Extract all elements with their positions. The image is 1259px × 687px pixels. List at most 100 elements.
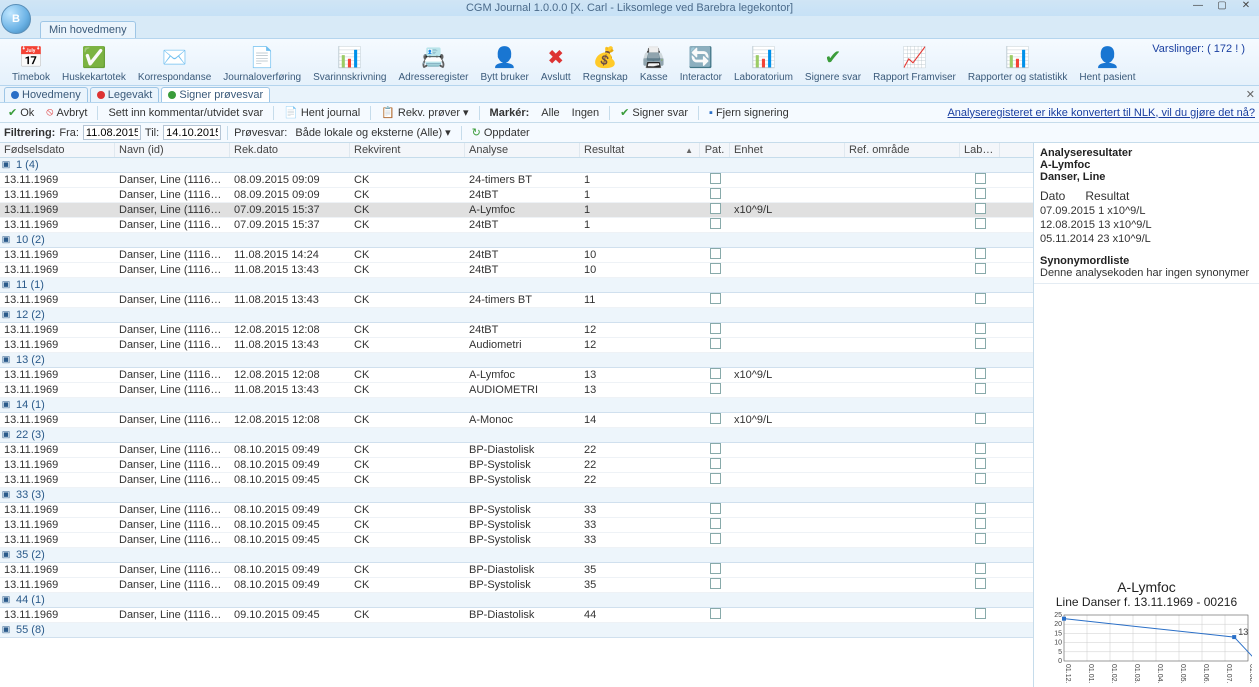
group-header[interactable]: ▣44 (1) (0, 593, 1033, 608)
table-row[interactable]: 13.11.1969Danser, Line (111623)08.10.201… (0, 578, 1033, 593)
ribbon-signeresvar[interactable]: ✔Signere svar (799, 41, 867, 85)
rekv-prover-button[interactable]: 📋Rekv. prøver ▾ (377, 106, 472, 119)
col-labfetch[interactable]: LabFetch (960, 143, 1000, 157)
collapse-icon[interactable]: ▣ (0, 158, 12, 172)
group-header[interactable]: ▣10 (2) (0, 233, 1033, 248)
ribbon-hentpasient[interactable]: 👤Hent pasient (1073, 41, 1141, 85)
col-rekvirent[interactable]: Rekvirent (350, 143, 465, 157)
group-header[interactable]: ▣1 (4) (0, 158, 1033, 173)
ribbon-svarinnskrivning[interactable]: 📊Svarinnskrivning (307, 41, 392, 85)
ribbon-huskekartotek[interactable]: ✅Huskekartotek (56, 41, 132, 85)
hent-journal-button[interactable]: 📄Hent journal (280, 106, 364, 119)
table-row[interactable]: 13.11.1969Danser, Line (111623)12.08.201… (0, 413, 1033, 428)
app-orb[interactable]: B (1, 4, 31, 34)
group-header[interactable]: ▣13 (2) (0, 353, 1033, 368)
ribbon-adresseregister[interactable]: 📇Adresseregister (392, 41, 474, 85)
table-row[interactable]: 13.11.1969Danser, Line (111623)12.08.201… (0, 368, 1033, 383)
tab-hovedmeny[interactable]: Hovedmeny (4, 87, 88, 102)
pat-checkbox (710, 383, 721, 394)
collapse-icon[interactable]: ▣ (0, 488, 12, 502)
varslinger-link[interactable]: Varslinger: ( 172 ! ) (1144, 41, 1253, 57)
col-pat[interactable]: Pat. (700, 143, 730, 157)
window-maximize[interactable]: ▢ (1211, 0, 1233, 14)
ribbon-byttbruker[interactable]: 👤Bytt bruker (475, 41, 535, 85)
side-panel: Analyseresultater A-Lymfoc Danser, Line … (1034, 143, 1259, 687)
group-header[interactable]: ▣55 (8) (0, 623, 1033, 638)
group-header[interactable]: ▣12 (2) (0, 308, 1033, 323)
col-navn[interactable]: Navn (id) (115, 143, 230, 157)
collapse-icon[interactable]: ▣ (0, 548, 12, 562)
collapse-icon[interactable]: ▣ (0, 353, 12, 367)
col-analyse[interactable]: Analyse (465, 143, 580, 157)
collapse-icon[interactable]: ▣ (0, 593, 12, 607)
pat-checkbox (710, 368, 721, 379)
marker-alle[interactable]: Alle (537, 107, 563, 119)
table-row[interactable]: 13.11.1969Danser, Line (111623)08.09.201… (0, 188, 1033, 203)
tab-signerprovesvar[interactable]: Signer prøvesvar (161, 87, 270, 102)
fra-input[interactable] (83, 125, 141, 140)
results-grid[interactable]: Fødselsdato Navn (id) Rek.dato Rekvirent… (0, 143, 1034, 687)
ok-button[interactable]: ✔Ok (4, 106, 38, 119)
ribbon-timebok[interactable]: 📅Timebok (6, 41, 56, 85)
group-header[interactable]: ▣33 (3) (0, 488, 1033, 503)
ribbon-avslutt[interactable]: ✖Avslutt (535, 41, 577, 85)
table-row[interactable]: 13.11.1969Danser, Line (111623)11.08.201… (0, 383, 1033, 398)
col-resultat[interactable]: Resultat▲ (580, 143, 700, 157)
table-row[interactable]: 13.11.1969Danser, Line (111623)08.10.201… (0, 458, 1033, 473)
ribbon-rapportframviser[interactable]: 📈Rapport Framviser (867, 41, 962, 85)
ribbon-korrespondanse[interactable]: ✉️Korrespondanse (132, 41, 217, 85)
group-header[interactable]: ▣22 (3) (0, 428, 1033, 443)
collapse-icon[interactable]: ▣ (0, 233, 12, 247)
collapse-icon[interactable]: ▣ (0, 623, 12, 637)
window-minimize[interactable]: — (1187, 0, 1209, 14)
table-row[interactable]: 13.11.1969Danser, Line (111623)11.08.201… (0, 263, 1033, 278)
table-row[interactable]: 13.11.1969Danser, Line (111623)07.09.201… (0, 203, 1033, 218)
col-fodselsdato[interactable]: Fødselsdato (0, 143, 115, 157)
oppdater-button[interactable]: ↻Oppdater (468, 126, 534, 139)
table-row[interactable]: 13.11.1969Danser, Line (111623)11.08.201… (0, 293, 1033, 308)
table-row[interactable]: 13.11.1969Danser, Line (111623)08.10.201… (0, 533, 1033, 548)
window-close[interactable]: ✕ (1235, 0, 1257, 14)
module-tab-close[interactable]: ✕ (1246, 88, 1255, 101)
table-row[interactable]: 13.11.1969Danser, Line (111623)08.10.201… (0, 503, 1033, 518)
kommentar-button[interactable]: Sett inn kommentar/utvidet svar (104, 107, 267, 119)
table-row[interactable]: 13.11.1969Danser, Line (111623)08.10.201… (0, 443, 1033, 458)
ribbon-interactor[interactable]: 🔄Interactor (674, 41, 728, 85)
table-row[interactable]: 13.11.1969Danser, Line (111623)08.09.201… (0, 173, 1033, 188)
table-row[interactable]: 13.11.1969Danser, Line (111623)07.09.201… (0, 218, 1033, 233)
collapse-icon[interactable]: ▣ (0, 278, 12, 292)
provesvar-dropdown[interactable]: Både lokale og eksterne (Alle) ▾ (291, 126, 454, 139)
labfetch-checkbox (975, 503, 986, 514)
fjern-signering-button[interactable]: ▪Fjern signering (705, 107, 793, 119)
pat-checkbox (710, 188, 721, 199)
ribbon-regnskap[interactable]: 💰Regnskap (577, 41, 634, 85)
group-header[interactable]: ▣14 (1) (0, 398, 1033, 413)
col-ref[interactable]: Ref. område (845, 143, 960, 157)
signer-svar-button[interactable]: ✔Signer svar (616, 106, 692, 119)
table-row[interactable]: 13.11.1969Danser, Line (111623)11.08.201… (0, 338, 1033, 353)
tab-min-hovedmeny[interactable]: Min hovedmeny (40, 21, 136, 38)
group-header[interactable]: ▣35 (2) (0, 548, 1033, 563)
marker-ingen[interactable]: Ingen (568, 107, 604, 119)
avbryt-button[interactable]: ⦸Avbryt (42, 106, 91, 119)
side-res-header: Resultat (1085, 189, 1129, 203)
table-row[interactable]: 13.11.1969Danser, Line (111623)12.08.201… (0, 323, 1033, 338)
table-row[interactable]: 13.11.1969Danser, Line (111623)08.10.201… (0, 473, 1033, 488)
col-enhet[interactable]: Enhet (730, 143, 845, 157)
collapse-icon[interactable]: ▣ (0, 398, 12, 412)
table-row[interactable]: 13.11.1969Danser, Line (111623)08.10.201… (0, 518, 1033, 533)
col-rekdato[interactable]: Rek.dato (230, 143, 350, 157)
group-header[interactable]: ▣11 (1) (0, 278, 1033, 293)
ribbon-rapporterstatistikk[interactable]: 📊Rapporter og statistikk (962, 41, 1074, 85)
til-input[interactable] (163, 125, 221, 140)
ribbon-journaloverforing[interactable]: 📄Journaloverføring (217, 41, 307, 85)
table-row[interactable]: 13.11.1969Danser, Line (111623)09.10.201… (0, 608, 1033, 623)
ribbon-laboratorium[interactable]: 📊Laboratorium (728, 41, 799, 85)
table-row[interactable]: 13.11.1969Danser, Line (111623)11.08.201… (0, 248, 1033, 263)
collapse-icon[interactable]: ▣ (0, 428, 12, 442)
nlk-convert-link[interactable]: Analyseregisteret er ikke konvertert til… (947, 107, 1255, 119)
tab-legevakt[interactable]: Legevakt (90, 87, 160, 102)
ribbon-kasse[interactable]: 🖨️Kasse (634, 41, 674, 85)
collapse-icon[interactable]: ▣ (0, 308, 12, 322)
table-row[interactable]: 13.11.1969Danser, Line (111623)08.10.201… (0, 563, 1033, 578)
